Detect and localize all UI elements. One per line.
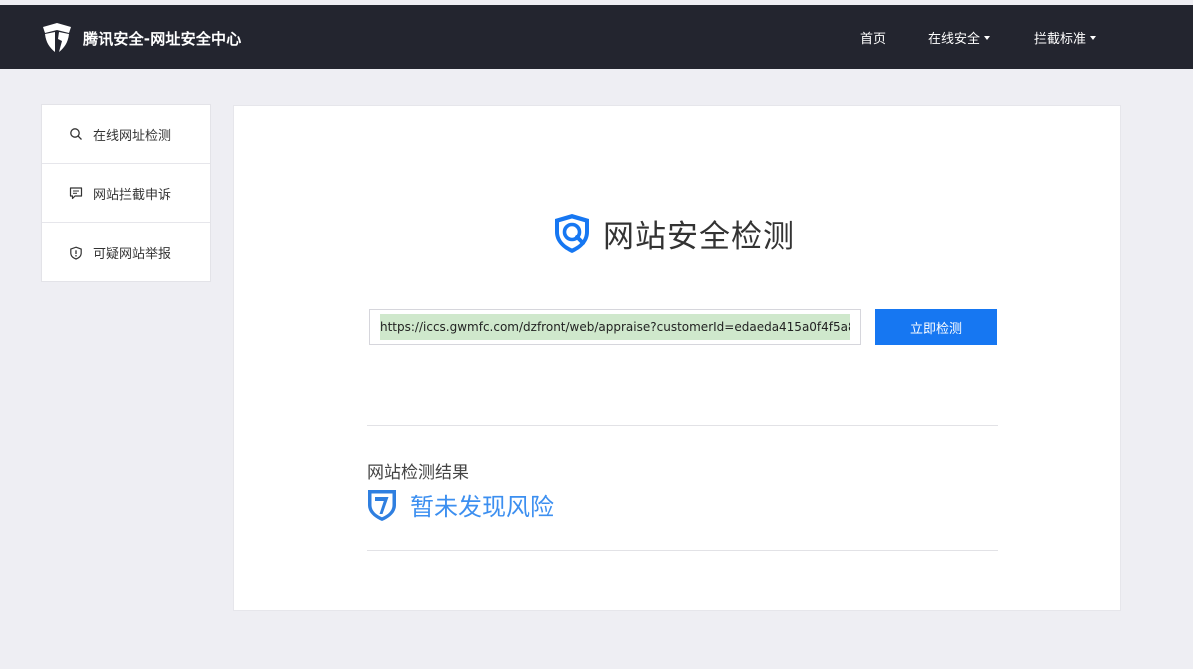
tencent-security-logo-icon [43, 23, 71, 52]
result-title: 网站检测结果 [367, 463, 469, 483]
sidebar: 在线网址检测 网站拦截申诉 可疑网站举报 [41, 104, 211, 282]
shield-safe-icon [368, 489, 396, 521]
sidebar-item-label: 在线网址检测 [93, 128, 172, 144]
url-input[interactable]: https://iccs.gwmfc.com/dzfront/web/appra… [369, 309, 861, 345]
page-title: 网站安全检测 [603, 218, 795, 255]
chat-icon [69, 187, 83, 200]
shield-search-icon [555, 214, 589, 253]
sidebar-item-label: 网站拦截申诉 [93, 187, 172, 203]
main-card: 网站安全检测 https://iccs.gwmfc.com/dzfront/we… [233, 105, 1121, 611]
url-input-value: https://iccs.gwmfc.com/dzfront/web/appra… [380, 314, 850, 340]
top-navigation-bar: 腾讯安全-网址安全中心 首页 在线安全 拦截标准 [0, 5, 1193, 69]
nav-online-security-label: 在线安全 [928, 31, 981, 47]
nav-home[interactable]: 首页 [860, 5, 886, 69]
caret-down-icon [1090, 36, 1097, 40]
shield-alert-icon [70, 246, 82, 260]
caret-down-icon [984, 36, 991, 40]
page-heading: 网站安全检测 [549, 210, 795, 256]
sidebar-item-report[interactable]: 可疑网站举报 [42, 223, 210, 282]
detect-now-button[interactable]: 立即检测 [875, 309, 997, 345]
sidebar-item-appeal[interactable]: 网站拦截申诉 [42, 164, 210, 223]
result-status: 暂未发现风险 [410, 493, 554, 521]
sidebar-item-url-check[interactable]: 在线网址检测 [42, 105, 210, 164]
brand-title: 腾讯安全-网址安全中心 [83, 29, 242, 48]
result-status-row: 暂未发现风险 [367, 487, 554, 522]
brand[interactable]: 腾讯安全-网址安全中心 [40, 21, 241, 55]
nav-block-standards-label: 拦截标准 [1034, 31, 1087, 47]
nav-home-label: 首页 [860, 31, 887, 47]
divider [367, 425, 998, 426]
divider [367, 550, 998, 551]
search-icon [70, 128, 82, 140]
nav-online-security[interactable]: 在线安全 [928, 5, 991, 69]
nav-block-standards[interactable]: 拦截标准 [1034, 5, 1097, 69]
sidebar-item-label: 可疑网站举报 [93, 247, 172, 262]
